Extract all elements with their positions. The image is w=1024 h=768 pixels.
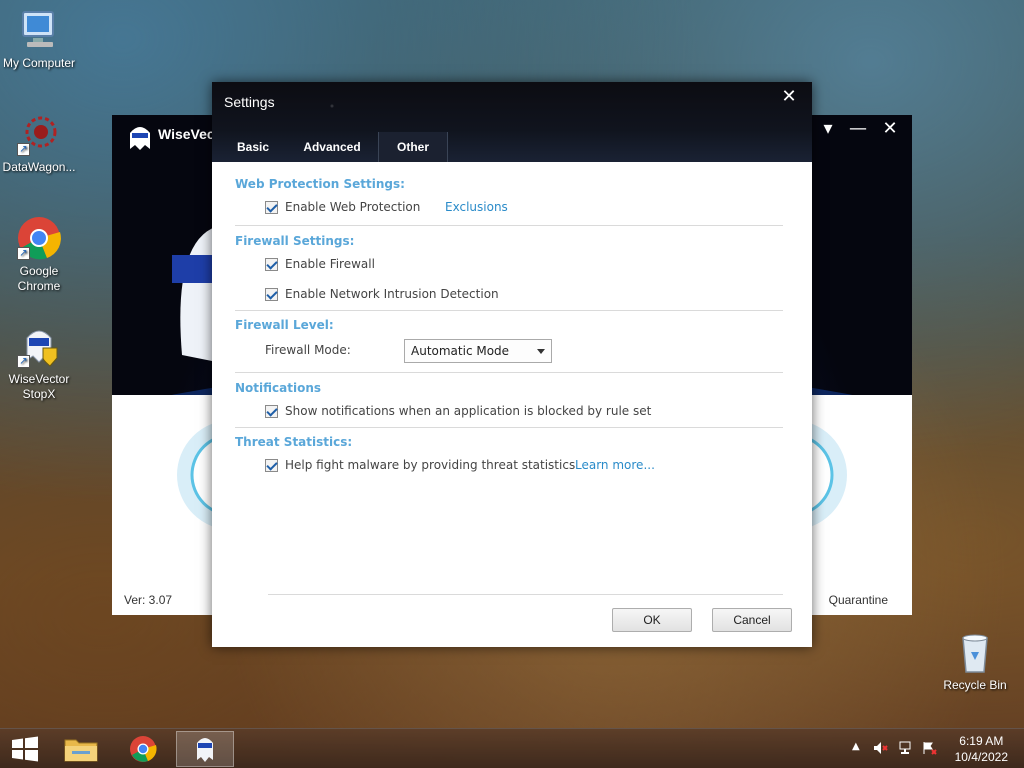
enable-web-protection-row[interactable]: Enable Web Protection	[265, 200, 420, 214]
desktop-icon-google-chrome[interactable]: ↗ Google Chrome	[0, 216, 79, 294]
desktop-icon-label: Google Chrome	[17, 264, 61, 293]
divider	[235, 310, 783, 311]
learn-more-link[interactable]: Learn more...	[575, 458, 655, 472]
threat-statistics-label: Help fight malware by providing threat s…	[285, 458, 576, 472]
volume-muted-icon[interactable]	[873, 741, 888, 755]
datawagon-icon: ↗	[17, 112, 61, 156]
dropdown-arrow-icon	[537, 349, 545, 354]
tab-other[interactable]: Other	[378, 132, 448, 162]
threat-statistics-title: Threat Statistics:	[235, 435, 353, 449]
close-icon: ✕	[882, 118, 898, 139]
wisevector-icon	[197, 738, 213, 762]
cancel-button[interactable]: Cancel	[712, 608, 792, 632]
divider	[268, 594, 783, 595]
version-label: Ver: 3.07	[124, 593, 173, 607]
computer-icon	[17, 8, 61, 52]
web-protection-title: Web Protection Settings:	[235, 177, 405, 191]
taskbar: ▲ 6:19 AM 10/4/2022	[0, 728, 1024, 768]
desktop-icon-label: Recycle Bin	[943, 678, 1007, 692]
taskbar-file-explorer[interactable]	[52, 731, 110, 767]
enable-firewall-row[interactable]: Enable Firewall	[265, 257, 375, 271]
desktop-icon-recycle-bin[interactable]: Recycle Bin	[935, 630, 1015, 693]
enable-web-protection-label: Enable Web Protection	[285, 200, 421, 214]
enable-nid-row[interactable]: Enable Network Intrusion Detection	[265, 287, 499, 301]
show-notifications-checkbox[interactable]	[265, 404, 278, 418]
clock-time: 6:19 AM	[959, 734, 1004, 748]
wisevector-logo-icon	[128, 125, 152, 154]
network-icon[interactable]	[898, 741, 912, 755]
exclusions-link[interactable]: Exclusions	[445, 200, 508, 214]
ok-button[interactable]: OK	[612, 608, 692, 632]
desktop-icon-datawagon[interactable]: ↗ DataWagon...	[0, 112, 79, 175]
desktop-icon-label: WiseVector StopX	[8, 372, 70, 401]
desktop-icon-wisevector-stopx[interactable]: ↗ WiseVector StopX	[0, 324, 79, 402]
show-notifications-label: Show notifications when an application i…	[285, 404, 652, 418]
menu-dropdown-button[interactable]: ▾	[814, 118, 842, 142]
tab-basic[interactable]: Basic	[222, 132, 284, 162]
show-notifications-row[interactable]: Show notifications when an application i…	[265, 404, 651, 418]
firewall-mode-value: Automatic Mode	[411, 344, 510, 358]
minimize-button[interactable]: —	[844, 118, 872, 142]
desktop-icon-label: DataWagon...	[2, 160, 76, 174]
settings-close-button[interactable]: ✕	[778, 86, 800, 108]
windows-logo-icon	[12, 736, 38, 762]
chrome-icon	[130, 736, 157, 762]
close-button[interactable]: ✕	[876, 118, 904, 142]
taskbar-clock[interactable]: 6:19 AM 10/4/2022	[955, 733, 1008, 765]
minimize-icon: —	[849, 118, 867, 139]
tab-advanced[interactable]: Advanced	[292, 132, 372, 162]
taskbar-wisevector[interactable]	[176, 731, 234, 767]
enable-firewall-checkbox[interactable]	[265, 257, 278, 271]
firewall-mode-label: Firewall Mode:	[265, 343, 351, 357]
enable-web-protection-checkbox[interactable]	[265, 200, 278, 214]
enable-firewall-label: Enable Firewall	[285, 257, 375, 271]
shortcut-arrow-icon: ↗	[17, 355, 30, 368]
desktop-icon-my-computer[interactable]: My Computer	[0, 8, 79, 71]
firewall-mode-select[interactable]: Automatic Mode	[404, 339, 552, 363]
divider	[235, 372, 783, 373]
clock-date: 10/4/2022	[954, 750, 1008, 764]
folder-icon	[64, 739, 98, 762]
shortcut-arrow-icon: ↗	[17, 143, 30, 156]
show-hidden-icons-button[interactable]: ▲	[852, 741, 866, 755]
divider	[235, 427, 783, 428]
taskbar-chrome[interactable]	[114, 731, 172, 767]
quarantine-link[interactable]: Quarantine	[829, 593, 888, 607]
settings-title: Settings	[224, 94, 275, 110]
notifications-title: Notifications	[235, 381, 322, 395]
settings-header: Settings ✕ Basic Advanced Other	[212, 82, 812, 162]
action-center-flag-icon[interactable]	[922, 741, 937, 755]
divider	[235, 225, 783, 226]
settings-dialog: Settings ✕ Basic Advanced Other Web Prot…	[212, 82, 812, 647]
menu-icon: ▾	[823, 118, 833, 139]
shortcut-arrow-icon: ↗	[17, 247, 30, 260]
close-icon: ✕	[781, 86, 797, 107]
desktop-icon-label: My Computer	[2, 56, 76, 70]
threat-statistics-checkbox[interactable]	[265, 458, 278, 472]
enable-nid-label: Enable Network Intrusion Detection	[285, 287, 499, 301]
start-button[interactable]	[0, 731, 50, 767]
firewall-level-title: Firewall Level:	[235, 318, 334, 332]
chrome-icon: ↗	[17, 216, 61, 260]
enable-nid-checkbox[interactable]	[265, 287, 278, 301]
threat-statistics-row[interactable]: Help fight malware by providing threat s…	[265, 458, 575, 472]
firewall-settings-title: Firewall Settings:	[235, 234, 355, 248]
recycle-bin-icon	[953, 630, 997, 674]
wisevector-icon: ↗	[17, 324, 61, 368]
